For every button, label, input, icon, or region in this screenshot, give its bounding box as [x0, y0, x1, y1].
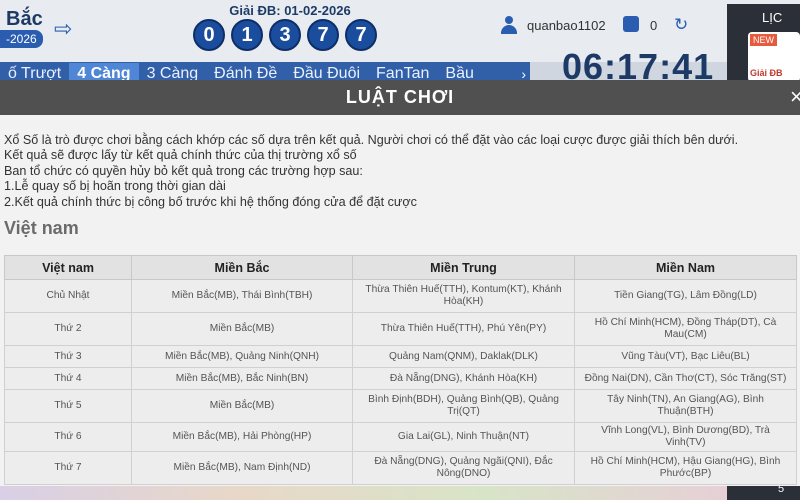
- result-ball: 1: [231, 19, 263, 51]
- mien-nam-cell: Vĩnh Long(VL), Bình Dương(BD), Trà Vinh(…: [574, 422, 797, 452]
- mien-bac-cell: Miền Bắc(MB), Nam Định(ND): [131, 451, 353, 485]
- mien-nam-cell: Hồ Chí Minh(HCM), Đồng Tháp(DT), Cà Mau(…: [574, 312, 797, 346]
- column-header: Miền Nam: [574, 255, 797, 280]
- table-header-row: Việt nam Miền Bắc Miền Trung Miền Nam: [4, 255, 797, 280]
- mien-nam-cell: Đồng Nai(DN), Cần Thơ(CT), Sóc Trăng(ST): [574, 367, 797, 390]
- rules-modal: LUẬT CHƠI × Xổ Số là trò được chơi bằng …: [0, 80, 800, 486]
- day-cell: Thứ 4: [4, 367, 132, 390]
- logout-icon[interactable]: ⇨: [54, 18, 78, 40]
- day-cell: Chủ Nhật: [4, 279, 132, 313]
- mien-trung-cell: Thừa Thiên Huế(TTH), Phú Yên(PY): [352, 312, 575, 346]
- day-cell: Thứ 3: [4, 345, 132, 368]
- result-balls: 0 1 3 7 7: [193, 19, 377, 51]
- username-label[interactable]: quanbao1102: [527, 18, 606, 33]
- modal-title: LUẬT CHƠI: [345, 87, 455, 107]
- mien-nam-cell: Tiền Giang(TG), Lâm Đồng(LD): [574, 279, 797, 313]
- day-cell: Thứ 2: [4, 312, 132, 346]
- result-ball: 7: [307, 19, 339, 51]
- mien-bac-cell: Miền Bắc(MB): [131, 312, 353, 346]
- wallet-icon: [623, 16, 639, 32]
- table-row: Thứ 4 Miền Bắc(MB), Bắc Ninh(BN) Đà Nẵng…: [4, 367, 797, 390]
- close-icon[interactable]: ×: [790, 84, 800, 110]
- result-ball: 3: [269, 19, 301, 51]
- refresh-icon[interactable]: ↻: [674, 15, 688, 35]
- mien-bac-cell: Miền Bắc(MB): [131, 389, 353, 423]
- wallet-balance: 0: [650, 18, 658, 33]
- table-row: Thứ 6 Miền Bắc(MB), Hải Phòng(HP) Gia La…: [4, 422, 797, 452]
- intro-line: Ban tổ chức có quyền hủy bỏ kết quả tron…: [4, 163, 363, 178]
- side-giai-label: Giải ĐB: [750, 68, 783, 78]
- day-cell: Thứ 5: [4, 389, 132, 423]
- section-title: Việt nam: [4, 218, 79, 238]
- mien-bac-cell: Miền Bắc(MB), Thái Bình(TBH): [131, 279, 353, 313]
- special-prize-title: Giải ĐB: 01-02-2026: [229, 3, 351, 18]
- schedule-table: Việt nam Miền Bắc Miền Trung Miền Nam Ch…: [4, 255, 797, 485]
- brand-title: Bắc: [6, 8, 43, 30]
- column-header: Miền Trung: [352, 255, 575, 280]
- table-row: Thứ 5 Miền Bắc(MB) Bình Định(BDH), Quảng…: [4, 389, 797, 423]
- result-ball: 7: [345, 19, 377, 51]
- modal-body: Xổ Số là trò được chơi bằng cách khớp cá…: [0, 115, 800, 486]
- day-cell: Thứ 7: [4, 451, 132, 485]
- intro-line: Xổ Số là trò được chơi bằng cách khớp cá…: [4, 133, 739, 147]
- mien-nam-cell: Hồ Chí Minh(HCM), Hậu Giang(HG), Bình Ph…: [574, 451, 797, 485]
- day-cell: Thứ 6: [4, 422, 132, 452]
- column-header: Miền Bắc: [131, 255, 353, 280]
- mien-bac-cell: Miền Bắc(MB), Quảng Ninh(QNH): [131, 345, 353, 368]
- mien-nam-cell: Tây Ninh(TN), An Giang(AG), Bình Thuận(B…: [574, 389, 797, 423]
- intro-line: 1.Lễ quay số bị hoãn trong thời gian dài: [4, 179, 226, 194]
- mien-trung-cell: Quảng Nam(QNM), Daklak(DLK): [352, 345, 575, 368]
- table-row: Thứ 3 Miền Bắc(MB), Quảng Ninh(QNH) Quản…: [4, 345, 797, 368]
- mien-trung-cell: Bình Định(BDH), Quảng Bình(QB), Quảng Tr…: [352, 389, 575, 423]
- side-panel-label[interactable]: LỊC: [762, 10, 782, 25]
- mien-nam-cell: Vũng Tàu(VT), Bạc Liêu(BL): [574, 345, 797, 368]
- user-icon: [500, 16, 518, 34]
- mien-trung-cell: Gia Lai(GL), Ninh Thuận(NT): [352, 422, 575, 452]
- new-badge: NEW: [750, 34, 777, 46]
- mien-trung-cell: Đà Nẵng(DNG), Khánh Hòa(KH): [352, 367, 575, 390]
- column-header: Việt nam: [4, 255, 132, 280]
- rules-intro: Xổ Số là trò được chơi bằng cách khớp cá…: [4, 133, 794, 210]
- mien-bac-cell: Miền Bắc(MB), Bắc Ninh(BN): [131, 367, 353, 390]
- mien-trung-cell: Thừa Thiên Huế(TTH), Kontum(KT), Khánh H…: [352, 279, 575, 313]
- table-row: Thứ 7 Miền Bắc(MB), Nam Định(ND) Đà Nẵng…: [4, 451, 797, 485]
- result-ball: 0: [193, 19, 225, 51]
- mien-trung-cell: Đà Nẵng(DNG), Quảng Ngãi(QNI), Đắc Nông(…: [352, 451, 575, 485]
- table-row: Thứ 2 Miền Bắc(MB) Thừa Thiên Huế(TTH), …: [4, 312, 797, 346]
- table-row: Chủ Nhật Miền Bắc(MB), Thái Bình(TBH) Th…: [4, 279, 797, 313]
- intro-line: 2.Kết quả chính thức bị công bố trước kh…: [4, 194, 417, 209]
- brand-date-badge: -2026: [0, 30, 43, 48]
- mien-bac-cell: Miền Bắc(MB), Hải Phòng(HP): [131, 422, 353, 452]
- intro-line: Kết quả sẽ được lấy từ kết quả chính thứ…: [4, 148, 357, 163]
